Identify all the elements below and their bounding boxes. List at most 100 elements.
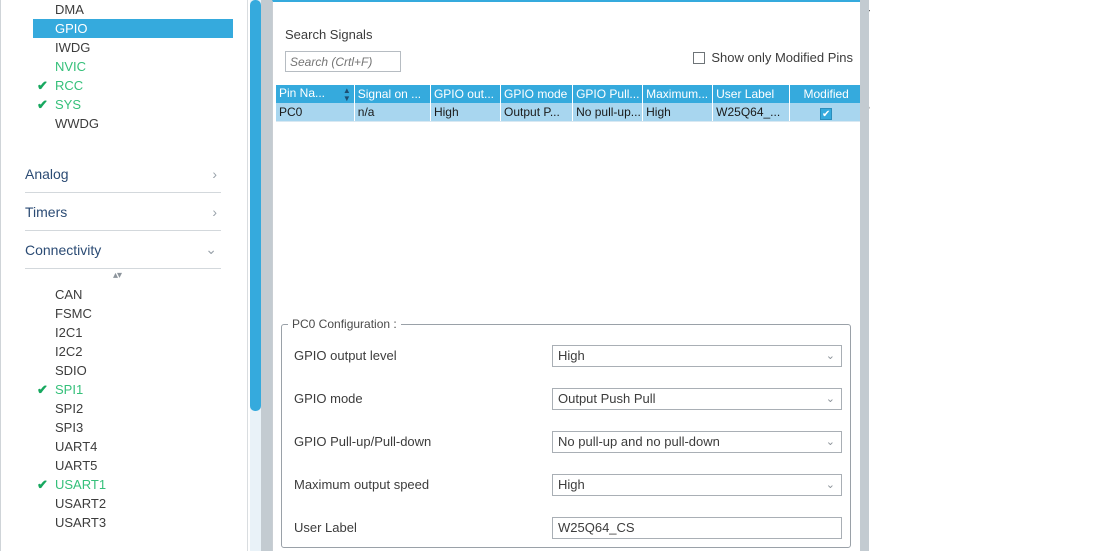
chip-pinout-view: CC_OSC_OUTW25Q64_CS OSC_..NRSTPC0PC1PC2P…: [869, 0, 1115, 551]
sidebar-panel-divider: [261, 0, 272, 551]
table-header-label: Pin Na...: [279, 85, 326, 100]
pin-configuration-title: PC0 Configuration :: [288, 317, 401, 331]
sidebar-item-i2c2[interactable]: I2C2: [1, 342, 233, 361]
cell-user-label: W25Q64_...: [712, 103, 791, 122]
check-icon: ✔: [820, 107, 833, 120]
sidebar-item-rcc[interactable]: ✔ RCC: [1, 76, 233, 95]
sidebar-item-can[interactable]: CAN: [1, 285, 233, 304]
table-row[interactable]: PC0 n/a High Output P... No pull-up... High W2…: [276, 103, 862, 122]
cell-modified-checkbox[interactable]: ✔: [789, 103, 862, 122]
config-label-gpio-pull-up-pull-down: GPIO Pull-up/Pull-down: [294, 434, 432, 449]
config-input-user-label[interactable]: W25Q64_CS: [552, 517, 842, 539]
pin-signal-label: W25Q64_CS: [869, 98, 870, 116]
config-row-user-label: User Label W25Q64_CS: [282, 517, 850, 539]
sidebar-item-spi1[interactable]: ✔ SPI1: [1, 380, 233, 399]
sidebar-item-label: SPI1: [55, 382, 84, 397]
sidebar-item-sys[interactable]: ✔ SYS: [1, 95, 233, 114]
check-icon: ✔: [37, 477, 48, 492]
config-select-gpio-mode[interactable]: Output Push Pull ⌄: [552, 388, 842, 410]
sidebar-item-label: WWDG: [55, 116, 100, 131]
table-body: PC0 n/a High Output P... No pull-up... High W2…: [276, 103, 862, 122]
table-header-label: GPIO Pull...: [576, 87, 640, 101]
sidebar-section-analog[interactable]: Analog ›: [25, 155, 221, 193]
sidebar-scrollbar-thumb[interactable]: [250, 0, 261, 411]
sidebar-item-uart4[interactable]: UART4: [1, 437, 233, 456]
config-row-gpio-output-level: GPIO output level High ⌄: [282, 345, 850, 367]
table-header-gpio-out[interactable]: GPIO out...: [430, 85, 502, 103]
table-header-maximum[interactable]: Maximum...: [642, 85, 714, 103]
center-panel-divider: [860, 0, 869, 551]
cell-gpio-pull: No pull-up...: [572, 103, 644, 122]
sidebar-item-sdio[interactable]: SDIO: [1, 361, 233, 380]
config-label-gpio-output-level: GPIO output level: [294, 348, 397, 363]
config-select-gpio-pull-up-pull-down[interactable]: No pull-up and no pull-down ⌄: [552, 431, 842, 453]
table-header-row: Pin Na... ▲ ▼ Signal on ... GPIO out... GPIO …: [276, 85, 862, 103]
sidebar-item-fsmc[interactable]: FSMC: [1, 304, 233, 323]
sidebar-item-label: SYS: [55, 97, 82, 112]
config-value: W25Q64_CS: [558, 520, 635, 535]
chevron-right-icon: ›: [212, 203, 217, 220]
sidebar-item-usart2[interactable]: USART2: [1, 494, 233, 513]
table-header-label: Maximum...: [646, 87, 709, 101]
sidebar-item-nvic[interactable]: NVIC: [1, 57, 233, 76]
show-only-modified-pins-checkbox[interactable]: [693, 51, 706, 64]
table-header-label: Signal on ...: [357, 87, 422, 101]
config-value: High: [558, 348, 585, 363]
sidebar-item-label: USART3: [55, 515, 107, 530]
check-icon: ✔: [37, 78, 48, 93]
sidebar-item-usart3[interactable]: USART3: [1, 513, 233, 532]
table-header-gpio-pull[interactable]: GPIO Pull...: [572, 85, 644, 103]
sidebar-section-label: Timers: [25, 203, 68, 220]
table-header-signal-on[interactable]: Signal on ...: [354, 85, 431, 103]
config-label-maximum-output-speed: Maximum output speed: [294, 477, 430, 492]
sidebar-item-label: UART4: [55, 439, 98, 454]
sidebar-section-label: Connectivity: [25, 241, 102, 258]
table-header-gpio-mode[interactable]: GPIO mode: [500, 85, 574, 103]
stm32cubemx-pinout-configuration: DMA GPIO IWDG NVIC ✔ RCC ✔ SYS WWDG Analog › Timer…: [0, 0, 1115, 551]
config-select-maximum-output-speed[interactable]: High ⌄: [552, 474, 842, 496]
config-value: Output Push Pull: [558, 391, 656, 406]
table-header-pin-na[interactable]: Pin Na... ▲ ▼: [276, 85, 355, 103]
config-row-gpio-pull-up-pull-down: GPIO Pull-up/Pull-down No pull-up and no …: [282, 431, 850, 453]
cell-gpio-mode: Output P...: [500, 103, 574, 122]
sidebar-item-label: RCC: [55, 78, 84, 93]
chevron-down-icon: ⌄: [825, 393, 835, 405]
sidebar-item-uart5[interactable]: UART5: [1, 456, 233, 475]
sidebar-item-label: I2C1: [55, 325, 83, 340]
config-value: High: [558, 477, 585, 492]
table-header-label: User Label: [716, 87, 775, 101]
peripherals-sidebar: DMA GPIO IWDG NVIC ✔ RCC ✔ SYS WWDG Analog › Timer…: [0, 0, 261, 551]
sidebar-item-i2c1[interactable]: I2C1: [1, 323, 233, 342]
cell-maximum: High: [642, 103, 714, 122]
table-header-label: Modified: [803, 87, 849, 101]
sidebar-section-timers[interactable]: Timers ›: [25, 193, 221, 231]
sidebar-section-analog: Analog › Timers › Connectivity ⌄ ▴▾: [1, 155, 233, 285]
config-row-gpio-mode: GPIO mode Output Push Pull ⌄: [282, 388, 850, 410]
sidebar-item-spi2[interactable]: SPI2: [1, 399, 233, 418]
config-label-user-label: User Label: [294, 520, 357, 535]
search-input[interactable]: [285, 51, 401, 72]
config-select-gpio-output-level[interactable]: High ⌄: [552, 345, 842, 367]
system-core-peripheral-list: DMA GPIO IWDG NVIC ✔ RCC ✔ SYS WWDG: [1, 0, 233, 133]
table-header-user-label[interactable]: User Label: [712, 85, 791, 103]
sidebar-item-spi3[interactable]: SPI3: [1, 418, 233, 437]
sidebar-item-label: SDIO: [55, 363, 87, 378]
scroll-updown-indicator[interactable]: ▴▾: [1, 269, 233, 285]
sidebar-item-label: USART2: [55, 496, 107, 511]
config-row-maximum-output-speed: Maximum output speed High ⌄: [282, 474, 850, 496]
sidebar-scroll-content: DMA GPIO IWDG NVIC ✔ RCC ✔ SYS WWDG Analog › Timer…: [1, 0, 233, 551]
sidebar-section-connectivity[interactable]: Connectivity ⌄: [25, 231, 221, 269]
sidebar-item-iwdg[interactable]: IWDG: [1, 38, 233, 57]
sidebar-item-label: CAN: [55, 287, 83, 302]
table-header-modified[interactable]: Modified: [789, 85, 862, 103]
sidebar-section-label: Analog: [25, 165, 69, 182]
sidebar-item-usart1[interactable]: ✔ USART1: [1, 475, 233, 494]
sidebar-item-label: SPI3: [55, 420, 84, 435]
sidebar-item-label: GPIO: [55, 21, 88, 36]
cell-pin-name: PC0: [276, 103, 355, 122]
show-only-modified-pins-toggle[interactable]: Show only Modified Pins: [693, 50, 853, 65]
sidebar-item-label: NVIC: [55, 59, 87, 74]
sidebar-item-wwdg[interactable]: WWDG: [1, 114, 233, 133]
sidebar-item-gpio[interactable]: GPIO: [33, 19, 233, 38]
sidebar-item-dma[interactable]: DMA: [1, 0, 233, 19]
